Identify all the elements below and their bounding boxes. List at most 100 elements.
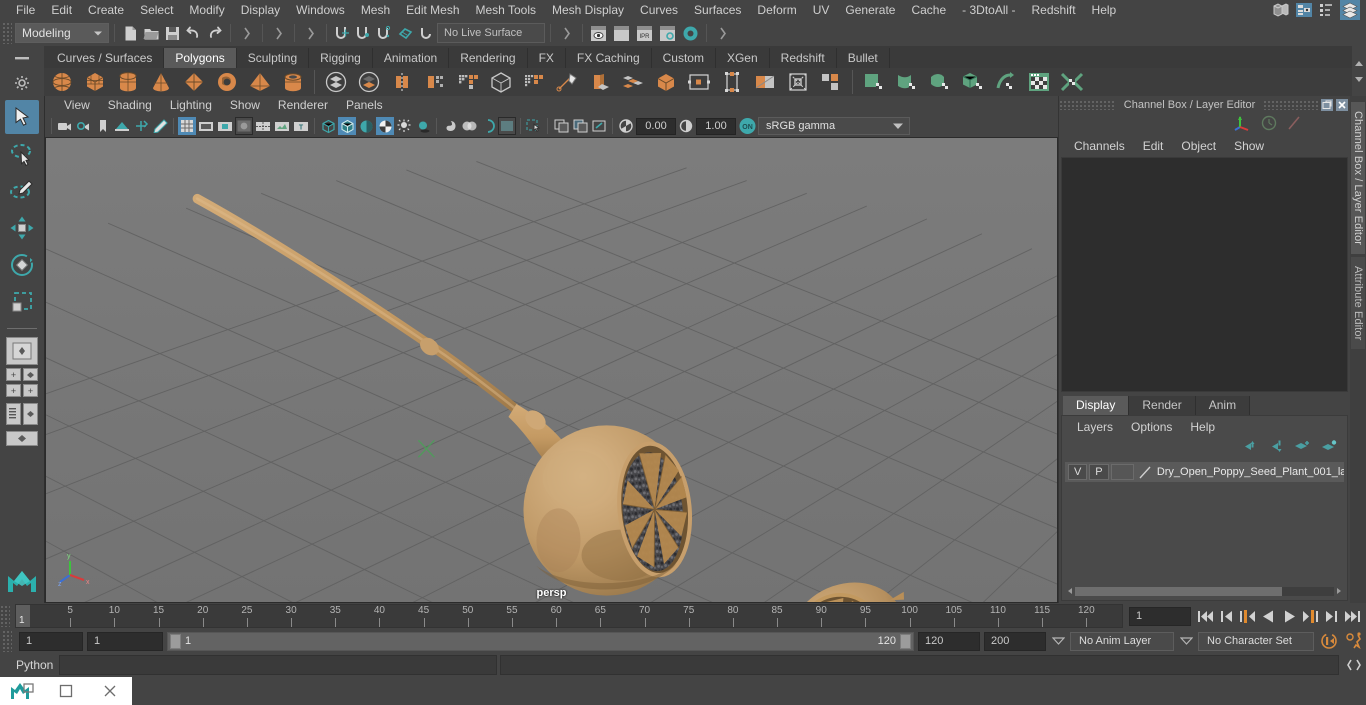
poly-cone-icon[interactable] [145, 68, 177, 96]
insert-edge-loop-icon[interactable] [716, 68, 748, 96]
snap-to-point-icon[interactable] [374, 23, 395, 44]
scrollbar-track[interactable] [1075, 586, 1334, 596]
viewport-menu-lighting[interactable]: Lighting [161, 96, 221, 115]
exposure-field[interactable]: 0.00 [636, 117, 676, 135]
aa-icon[interactable] [479, 117, 497, 135]
gamma-field[interactable]: 1.00 [696, 117, 736, 135]
viewport-menu-shading[interactable]: Shading [99, 96, 161, 115]
layer-editor-tab-display[interactable]: Display [1063, 396, 1130, 415]
motion-blur-icon[interactable] [460, 117, 478, 135]
lasso-select-tool[interactable] [5, 137, 39, 171]
menu-curves[interactable]: Curves [632, 0, 686, 20]
anim-layer-select[interactable]: No Anim Layer [1070, 631, 1174, 651]
snap-to-projected-center-icon[interactable] [395, 23, 416, 44]
range-slider-right-handle[interactable] [900, 633, 911, 649]
viewport-menu-show[interactable]: Show [221, 96, 269, 115]
character-set-select[interactable]: No Character Set [1198, 631, 1314, 651]
statusbar-grip[interactable] [2, 22, 12, 44]
panel-grip-right[interactable] [1263, 99, 1320, 110]
layer-row[interactable]: V P Dry_Open_Poppy_Seed_Plant_001_lay [1065, 462, 1344, 482]
chevron-up-icon[interactable] [1354, 56, 1364, 70]
uv-editor-icon[interactable] [1023, 68, 1055, 96]
isolate-select-icon[interactable] [525, 117, 543, 135]
scale-tool[interactable] [5, 285, 39, 319]
scrollbar-thumb[interactable] [1075, 586, 1283, 596]
viewport-menu-renderer[interactable]: Renderer [269, 96, 337, 115]
poly-pipe-icon[interactable] [277, 68, 309, 96]
gamma-icon[interactable] [677, 117, 695, 135]
color-management-toggle[interactable]: ON [737, 117, 757, 135]
script-editor-icon[interactable] [1342, 657, 1366, 673]
snap-to-curve-icon[interactable] [353, 23, 374, 44]
time-slider[interactable]: 1 5 10 15 20 25 30 35 40 45 50 55 60 65 70 75 80 85 90 95 1… [15, 604, 1123, 628]
reduce-icon[interactable] [485, 68, 517, 96]
viewport-menu-view[interactable]: View [55, 96, 99, 115]
snap-to-grid-icon[interactable] [332, 23, 353, 44]
dock-tab-channel-box-layer-editor[interactable]: Channel Box / Layer Editor [1351, 102, 1365, 255]
poke-face-icon[interactable] [815, 68, 847, 96]
current-frame-field[interactable] [1129, 606, 1191, 626]
poly-torus-icon[interactable] [211, 68, 243, 96]
scroll-left-icon[interactable] [1065, 586, 1075, 596]
uv-cut-icon[interactable] [1056, 68, 1088, 96]
shelf-tab-polygons[interactable]: Polygons [164, 48, 237, 68]
render-settings-icon[interactable] [657, 23, 678, 44]
modeling-toolkit-icon[interactable] [1271, 0, 1291, 20]
layer-editor-tab-anim[interactable]: Anim [1195, 396, 1251, 415]
anim-end-field[interactable] [984, 631, 1046, 651]
maximize-icon[interactable] [44, 677, 88, 705]
open-scene-icon[interactable] [141, 23, 162, 44]
move-layer-up-icon[interactable] [1240, 440, 1256, 456]
image-plane-icon[interactable] [113, 117, 131, 135]
shelf-tab-animation[interactable]: Animation [372, 48, 450, 68]
menu-select[interactable]: Select [132, 0, 181, 20]
shadows-icon[interactable] [414, 117, 432, 135]
shelf-menu-icon[interactable] [13, 52, 31, 69]
uv-cylindrical-icon[interactable] [891, 68, 923, 96]
multisample-icon[interactable] [498, 117, 516, 135]
bookmark-icon[interactable] [94, 117, 112, 135]
undock-icon[interactable] [1320, 98, 1333, 111]
command-result[interactable] [500, 655, 1339, 675]
maya-taskbar-icon[interactable] [0, 677, 44, 705]
smooth-icon[interactable] [452, 68, 484, 96]
shelf-tab-redshift[interactable]: Redshift [769, 48, 837, 68]
layer-editor-menu-help[interactable]: Help [1181, 417, 1224, 437]
chevron-down-icon[interactable] [88, 24, 108, 42]
poly-sphere-icon[interactable] [46, 68, 78, 96]
persp-viewport[interactable]: z y x persp [45, 137, 1058, 603]
layer-state-toggle[interactable] [1110, 464, 1134, 480]
shelf-settings-icon[interactable] [14, 75, 30, 94]
chevron-right-icon[interactable] [556, 23, 577, 44]
step-back-frame-icon[interactable] [1218, 608, 1235, 625]
layer-playback-toggle[interactable]: P [1089, 464, 1109, 480]
four-pane-layout[interactable]: + [6, 368, 38, 381]
menu-display[interactable]: Display [233, 0, 288, 20]
anim-start-field[interactable] [19, 631, 83, 651]
menu-deform[interactable]: Deform [749, 0, 804, 20]
wireframe-icon[interactable] [319, 117, 337, 135]
extrude-icon[interactable] [584, 68, 616, 96]
menu-help[interactable]: Help [1084, 0, 1125, 20]
menu-edit[interactable]: Edit [43, 0, 80, 20]
gate-mask-icon[interactable] [235, 117, 253, 135]
select-by-component-icon[interactable] [300, 23, 321, 44]
uv-planar-icon[interactable] [858, 68, 890, 96]
select-by-hierarchy-icon[interactable] [236, 23, 257, 44]
channel-box-menu-edit[interactable]: Edit [1134, 136, 1173, 156]
xray-joints-icon[interactable] [571, 117, 589, 135]
step-back-key-icon[interactable] [1239, 608, 1256, 625]
make-live-icon[interactable] [416, 23, 437, 44]
layer-list[interactable]: V P Dry_Open_Poppy_Seed_Plant_001_lay [1062, 459, 1347, 585]
menu-redshift[interactable]: Redshift [1024, 0, 1084, 20]
append-polygon-icon[interactable] [683, 68, 715, 96]
undo-icon[interactable] [183, 23, 204, 44]
film-gate-icon[interactable] [197, 117, 215, 135]
menu-windows[interactable]: Windows [288, 0, 353, 20]
grid-toggle-icon[interactable] [178, 117, 196, 135]
poly-cylinder-icon[interactable] [112, 68, 144, 96]
channel-box-menu-show[interactable]: Show [1225, 136, 1273, 156]
channel-box-menu-object[interactable]: Object [1172, 136, 1225, 156]
range-start-field[interactable] [87, 631, 163, 651]
uv-spherical-icon[interactable] [924, 68, 956, 96]
